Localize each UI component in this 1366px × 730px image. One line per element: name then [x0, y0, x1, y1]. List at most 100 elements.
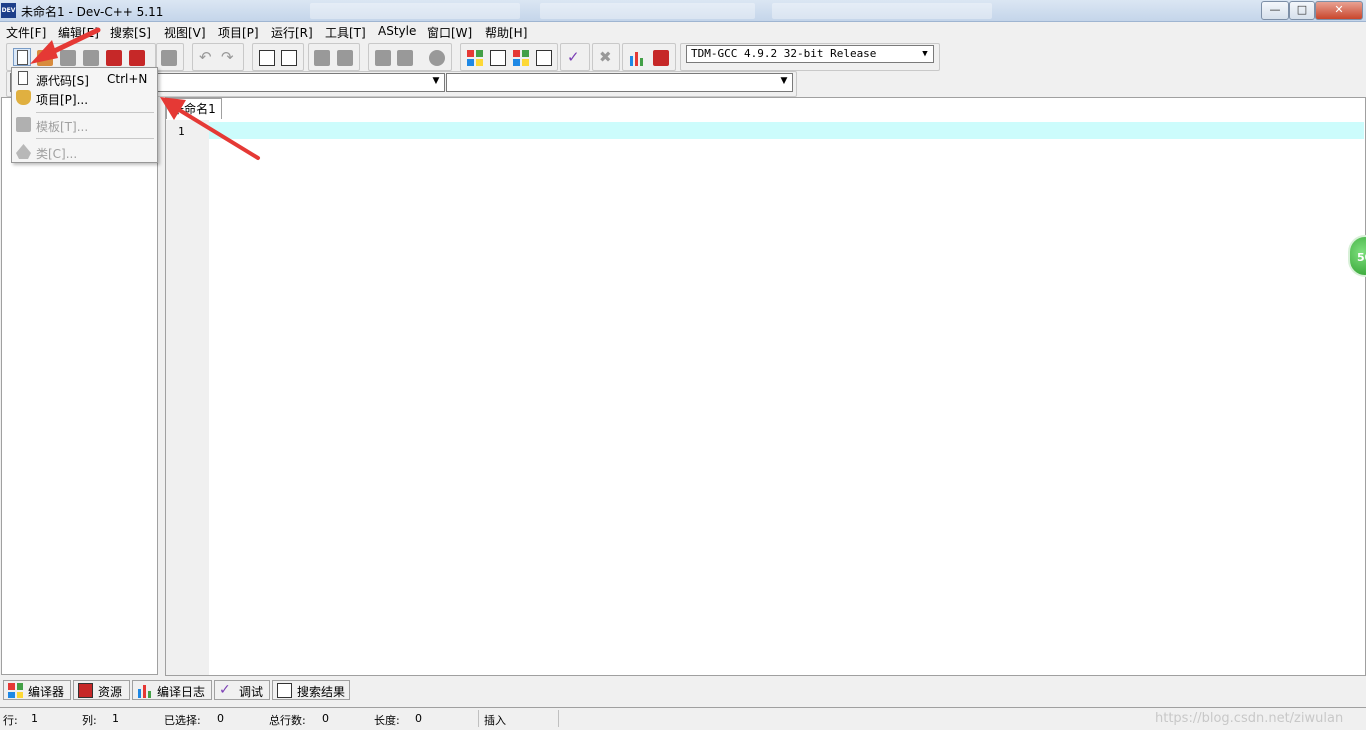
background-window-tab [772, 3, 992, 19]
menu-search[interactable]: 搜索[S] [110, 24, 151, 41]
menu-bar: 文件[F] 编辑[E] 搜索[S] 视图[V] 项目[P] 运行[R] 工具[T… [0, 22, 1366, 41]
find-icon[interactable] [259, 50, 275, 66]
menu-run[interactable]: 运行[R] [271, 24, 313, 41]
toolbar-group-indent [308, 43, 360, 71]
tab-compiler[interactable]: 编译器 [3, 680, 71, 700]
delete-profile-icon[interactable] [653, 50, 669, 66]
stop-execution-icon[interactable]: ✖ [599, 48, 612, 66]
toolbar-group-check: ✓ [560, 43, 590, 71]
compiler-select[interactable]: TDM-GCC 4.9.2 32-bit Release ▼ [686, 45, 934, 63]
indent-icon[interactable] [397, 50, 413, 66]
function-select[interactable]: ▼ [446, 73, 793, 92]
new-file-button[interactable] [13, 48, 31, 66]
replace-icon[interactable] [281, 50, 297, 66]
search-results-icon [277, 683, 292, 698]
resources-icon [78, 683, 93, 698]
project-icon [16, 90, 31, 105]
tab-label: 编译器 [28, 685, 65, 699]
menu-help[interactable]: 帮助[H] [485, 24, 527, 41]
close-button[interactable]: ✕ [1315, 1, 1363, 20]
close-all-icon[interactable] [129, 50, 145, 66]
tab-compile-log[interactable]: 编译日志 [132, 680, 212, 700]
menu-astyle[interactable]: AStyle [378, 24, 416, 38]
run-icon[interactable] [490, 50, 506, 66]
title-bar: DEV 未命名1 - Dev-C++ 5.11 — □ ✕ [0, 0, 1366, 22]
menu-view[interactable]: 视图[V] [164, 24, 206, 41]
selection-label: 已选择: [164, 714, 201, 727]
insert-mode: 插入 [484, 714, 506, 727]
dev-cpp-app-icon: DEV [1, 3, 16, 18]
background-window-tab [310, 3, 520, 19]
syntax-check-icon[interactable]: ✓ [567, 48, 580, 66]
toolbar-group-profile [622, 43, 676, 71]
length-value: 0 [415, 712, 422, 725]
menu-item-source-code[interactable]: 源代码[S] Ctrl+N [12, 69, 157, 89]
rebuild-all-icon[interactable] [536, 50, 552, 66]
minimize-button[interactable]: — [1261, 1, 1289, 20]
open-file-icon[interactable] [37, 50, 53, 66]
maximize-button[interactable]: □ [1289, 1, 1315, 20]
toolbar-group-undo: ↶ ↷ [192, 43, 244, 71]
menu-project[interactable]: 项目[P] [218, 24, 259, 41]
chevron-down-icon: ▼ [922, 49, 928, 59]
watermark: https://blog.csdn.net/ziwulan [1155, 711, 1344, 726]
goto-bookmark-icon[interactable] [337, 50, 353, 66]
tab-search-results[interactable]: 搜索结果 [272, 680, 350, 700]
menu-separator [36, 138, 154, 139]
length-label: 长度: [374, 714, 400, 727]
tab-debug[interactable]: ✓ 调试 [214, 680, 270, 700]
total-lines-label: 总行数: [269, 714, 306, 727]
compiler-select-value: TDM-GCC 4.9.2 32-bit Release [691, 47, 877, 60]
current-line-highlight[interactable] [209, 122, 1364, 139]
menu-tools[interactable]: 工具[T] [325, 24, 366, 41]
row-value: 1 [31, 712, 38, 725]
menu-file[interactable]: 文件[F] [6, 24, 46, 41]
tab-resources[interactable]: 资源 [73, 680, 130, 700]
menu-item-project[interactable]: 项目[P]... [12, 88, 157, 108]
menu-separator [36, 112, 154, 113]
debug-check-icon: ✓ [219, 682, 231, 698]
menu-item-template: 模板[T]... [12, 115, 157, 135]
compile-icon[interactable] [467, 50, 483, 66]
bottom-panel-tabs: 编译器 资源 编译日志 ✓ 调试 搜索结果 [0, 679, 1366, 701]
line-number-gutter [166, 120, 209, 675]
code-editor[interactable] [165, 97, 1366, 676]
chevron-down-icon: ▼ [780, 76, 788, 86]
close-file-icon[interactable] [106, 50, 122, 66]
toolbar-group-stop: ✖ [592, 43, 620, 71]
menu-window[interactable]: 窗口[W] [427, 24, 472, 41]
col-label: 列: [82, 714, 97, 727]
menu-item-label: 源代码[S] [36, 74, 89, 88]
status-divider [558, 710, 559, 727]
row-label: 行: [3, 714, 18, 727]
compile-log-icon [137, 683, 152, 698]
window-title: 未命名1 - Dev-C++ 5.11 [21, 5, 164, 19]
selection-value: 0 [217, 712, 224, 725]
new-file-icon [17, 50, 28, 65]
status-divider [478, 710, 479, 727]
undo-icon[interactable]: ↶ [199, 48, 212, 66]
toggle-bookmark-icon[interactable] [314, 50, 330, 66]
new-file-dropdown: 源代码[S] Ctrl+N 项目[P]... 模板[T]... 类[C]... [11, 67, 158, 163]
menu-item-label: 项目[P]... [36, 93, 89, 107]
comment-icon[interactable] [429, 50, 445, 66]
background-window-tab [540, 3, 755, 19]
project-panel[interactable] [1, 97, 158, 675]
toolbar-group-print [156, 43, 184, 71]
menu-item-class: 类[C]... [12, 142, 157, 162]
unindent-icon[interactable] [375, 50, 391, 66]
tab-untitled1[interactable]: 未命名1 [166, 98, 222, 119]
profile-analysis-icon[interactable] [629, 50, 645, 66]
status-bar: 行: 1 列: 1 已选择: 0 总行数: 0 长度: 0 插入 https:/… [0, 707, 1366, 730]
compiler-icon [8, 683, 23, 698]
menu-item-shortcut: Ctrl+N [107, 72, 148, 86]
save-icon[interactable] [60, 50, 76, 66]
menu-item-label: 类[C]... [36, 147, 78, 161]
compile-run-icon[interactable] [513, 50, 529, 66]
save-all-icon[interactable] [83, 50, 99, 66]
menu-edit[interactable]: 编辑[E] [58, 24, 99, 41]
print-icon[interactable] [161, 50, 177, 66]
toolbar-group-nav [368, 43, 452, 71]
line-number: 1 [178, 125, 185, 138]
redo-icon[interactable]: ↷ [221, 48, 234, 66]
